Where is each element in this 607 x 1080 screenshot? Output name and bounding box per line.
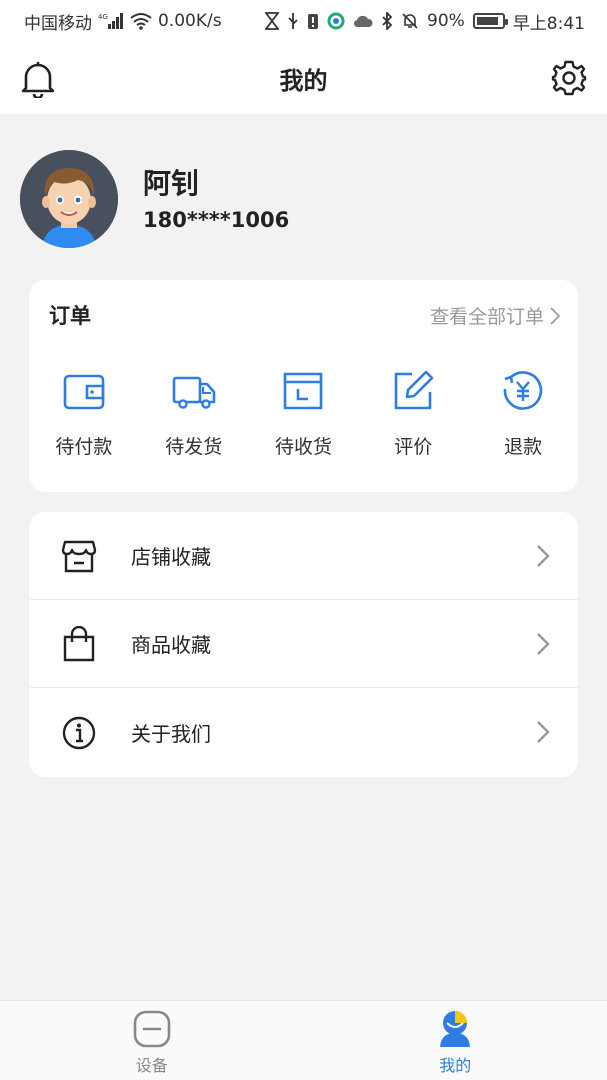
battery-percent: 90% xyxy=(427,11,465,31)
user-name: 阿钊 xyxy=(143,167,200,200)
menu-item-about-us[interactable]: 关于我们 xyxy=(29,688,578,777)
chevron-right-icon xyxy=(537,721,550,743)
network-type: 4G xyxy=(98,13,108,21)
battery-icon xyxy=(472,13,508,29)
order-item-pending-receipt[interactable]: 待收货 xyxy=(249,368,359,459)
store-icon xyxy=(61,540,97,572)
menu-item-product-favorites[interactable]: 商品收藏 xyxy=(29,600,578,688)
hourglass-icon xyxy=(265,12,280,30)
mute-bell-icon xyxy=(401,12,419,30)
wifi-icon xyxy=(130,12,152,30)
status-left: 中国移动 4G 0.00K/s xyxy=(24,9,222,34)
order-item-label: 待付款 xyxy=(55,436,113,458)
menu-item-store-favorites[interactable]: 店铺收藏 xyxy=(29,512,578,600)
order-item-label: 待收货 xyxy=(274,436,332,458)
device-icon xyxy=(133,1010,171,1048)
status-bar: 中国移动 4G 0.00K/s 90% 早上8:41 xyxy=(0,0,607,42)
app-icon xyxy=(327,12,345,30)
tab-profile[interactable]: 我的 xyxy=(304,1001,607,1080)
wallet-icon xyxy=(63,374,105,410)
bell-icon[interactable] xyxy=(20,60,56,98)
network-speed: 0.00K/s xyxy=(158,11,222,31)
view-all-orders-label: 查看全部订单 xyxy=(429,306,544,328)
usb-icon xyxy=(287,12,299,30)
order-item-refund[interactable]: 退款 xyxy=(468,368,578,459)
tab-device[interactable]: 设备 xyxy=(0,1001,304,1080)
gear-icon[interactable] xyxy=(551,60,587,96)
menu-item-label: 店铺收藏 xyxy=(131,545,211,569)
status-right: 90% 早上8:41 xyxy=(265,9,585,34)
refund-icon xyxy=(503,371,543,410)
order-item-pending-payment[interactable]: 待付款 xyxy=(29,368,139,459)
battery-level-fill xyxy=(476,17,498,25)
view-all-orders-link[interactable]: 查看全部订单 xyxy=(430,302,560,329)
order-section-title: 订单 xyxy=(49,304,91,328)
avatar-illustration xyxy=(20,150,118,248)
page-title: 我的 xyxy=(279,66,328,95)
chevron-right-icon xyxy=(550,306,560,325)
tab-label: 设备 xyxy=(135,1056,168,1075)
clock-time: 早上8:41 xyxy=(512,13,585,34)
bluetooth-icon xyxy=(381,12,393,30)
order-item-label: 退款 xyxy=(504,436,543,458)
order-card: 订单 查看全部订单 待付款 待发货 待收货 评价 退款 xyxy=(29,280,578,492)
truck-icon xyxy=(172,376,215,409)
bottom-nav: 设备 我的 xyxy=(0,1000,607,1080)
edit-icon xyxy=(394,370,434,410)
order-status-list: 待付款 待发货 待收货 评价 退款 xyxy=(29,368,578,459)
order-item-pending-shipment[interactable]: 待发货 xyxy=(139,368,249,459)
carrier-name: 中国移动 xyxy=(24,13,92,34)
cloud-icon xyxy=(353,14,373,28)
menu-card: 店铺收藏 商品收藏 关于我们 xyxy=(29,512,578,777)
signal-icon: 4G xyxy=(98,12,124,30)
app-header: 我的 xyxy=(0,42,607,114)
user-phone: 180****1006 xyxy=(143,208,290,232)
order-item-label: 评价 xyxy=(394,436,433,458)
shopping-bag-icon xyxy=(63,625,95,661)
order-item-label: 待发货 xyxy=(165,436,223,458)
menu-item-label: 关于我们 xyxy=(131,722,211,746)
order-item-review[interactable]: 评价 xyxy=(358,368,468,459)
info-icon xyxy=(62,716,96,749)
chevron-right-icon xyxy=(537,545,550,567)
package-icon xyxy=(284,372,323,410)
menu-item-label: 商品收藏 xyxy=(131,633,211,657)
avatar[interactable] xyxy=(20,150,118,248)
profile-icon xyxy=(440,1011,471,1047)
tab-label: 我的 xyxy=(439,1056,472,1075)
alert-icon xyxy=(307,12,319,30)
chevron-right-icon xyxy=(537,633,550,655)
profile-section[interactable]: 阿钊 180****1006 xyxy=(0,114,607,284)
